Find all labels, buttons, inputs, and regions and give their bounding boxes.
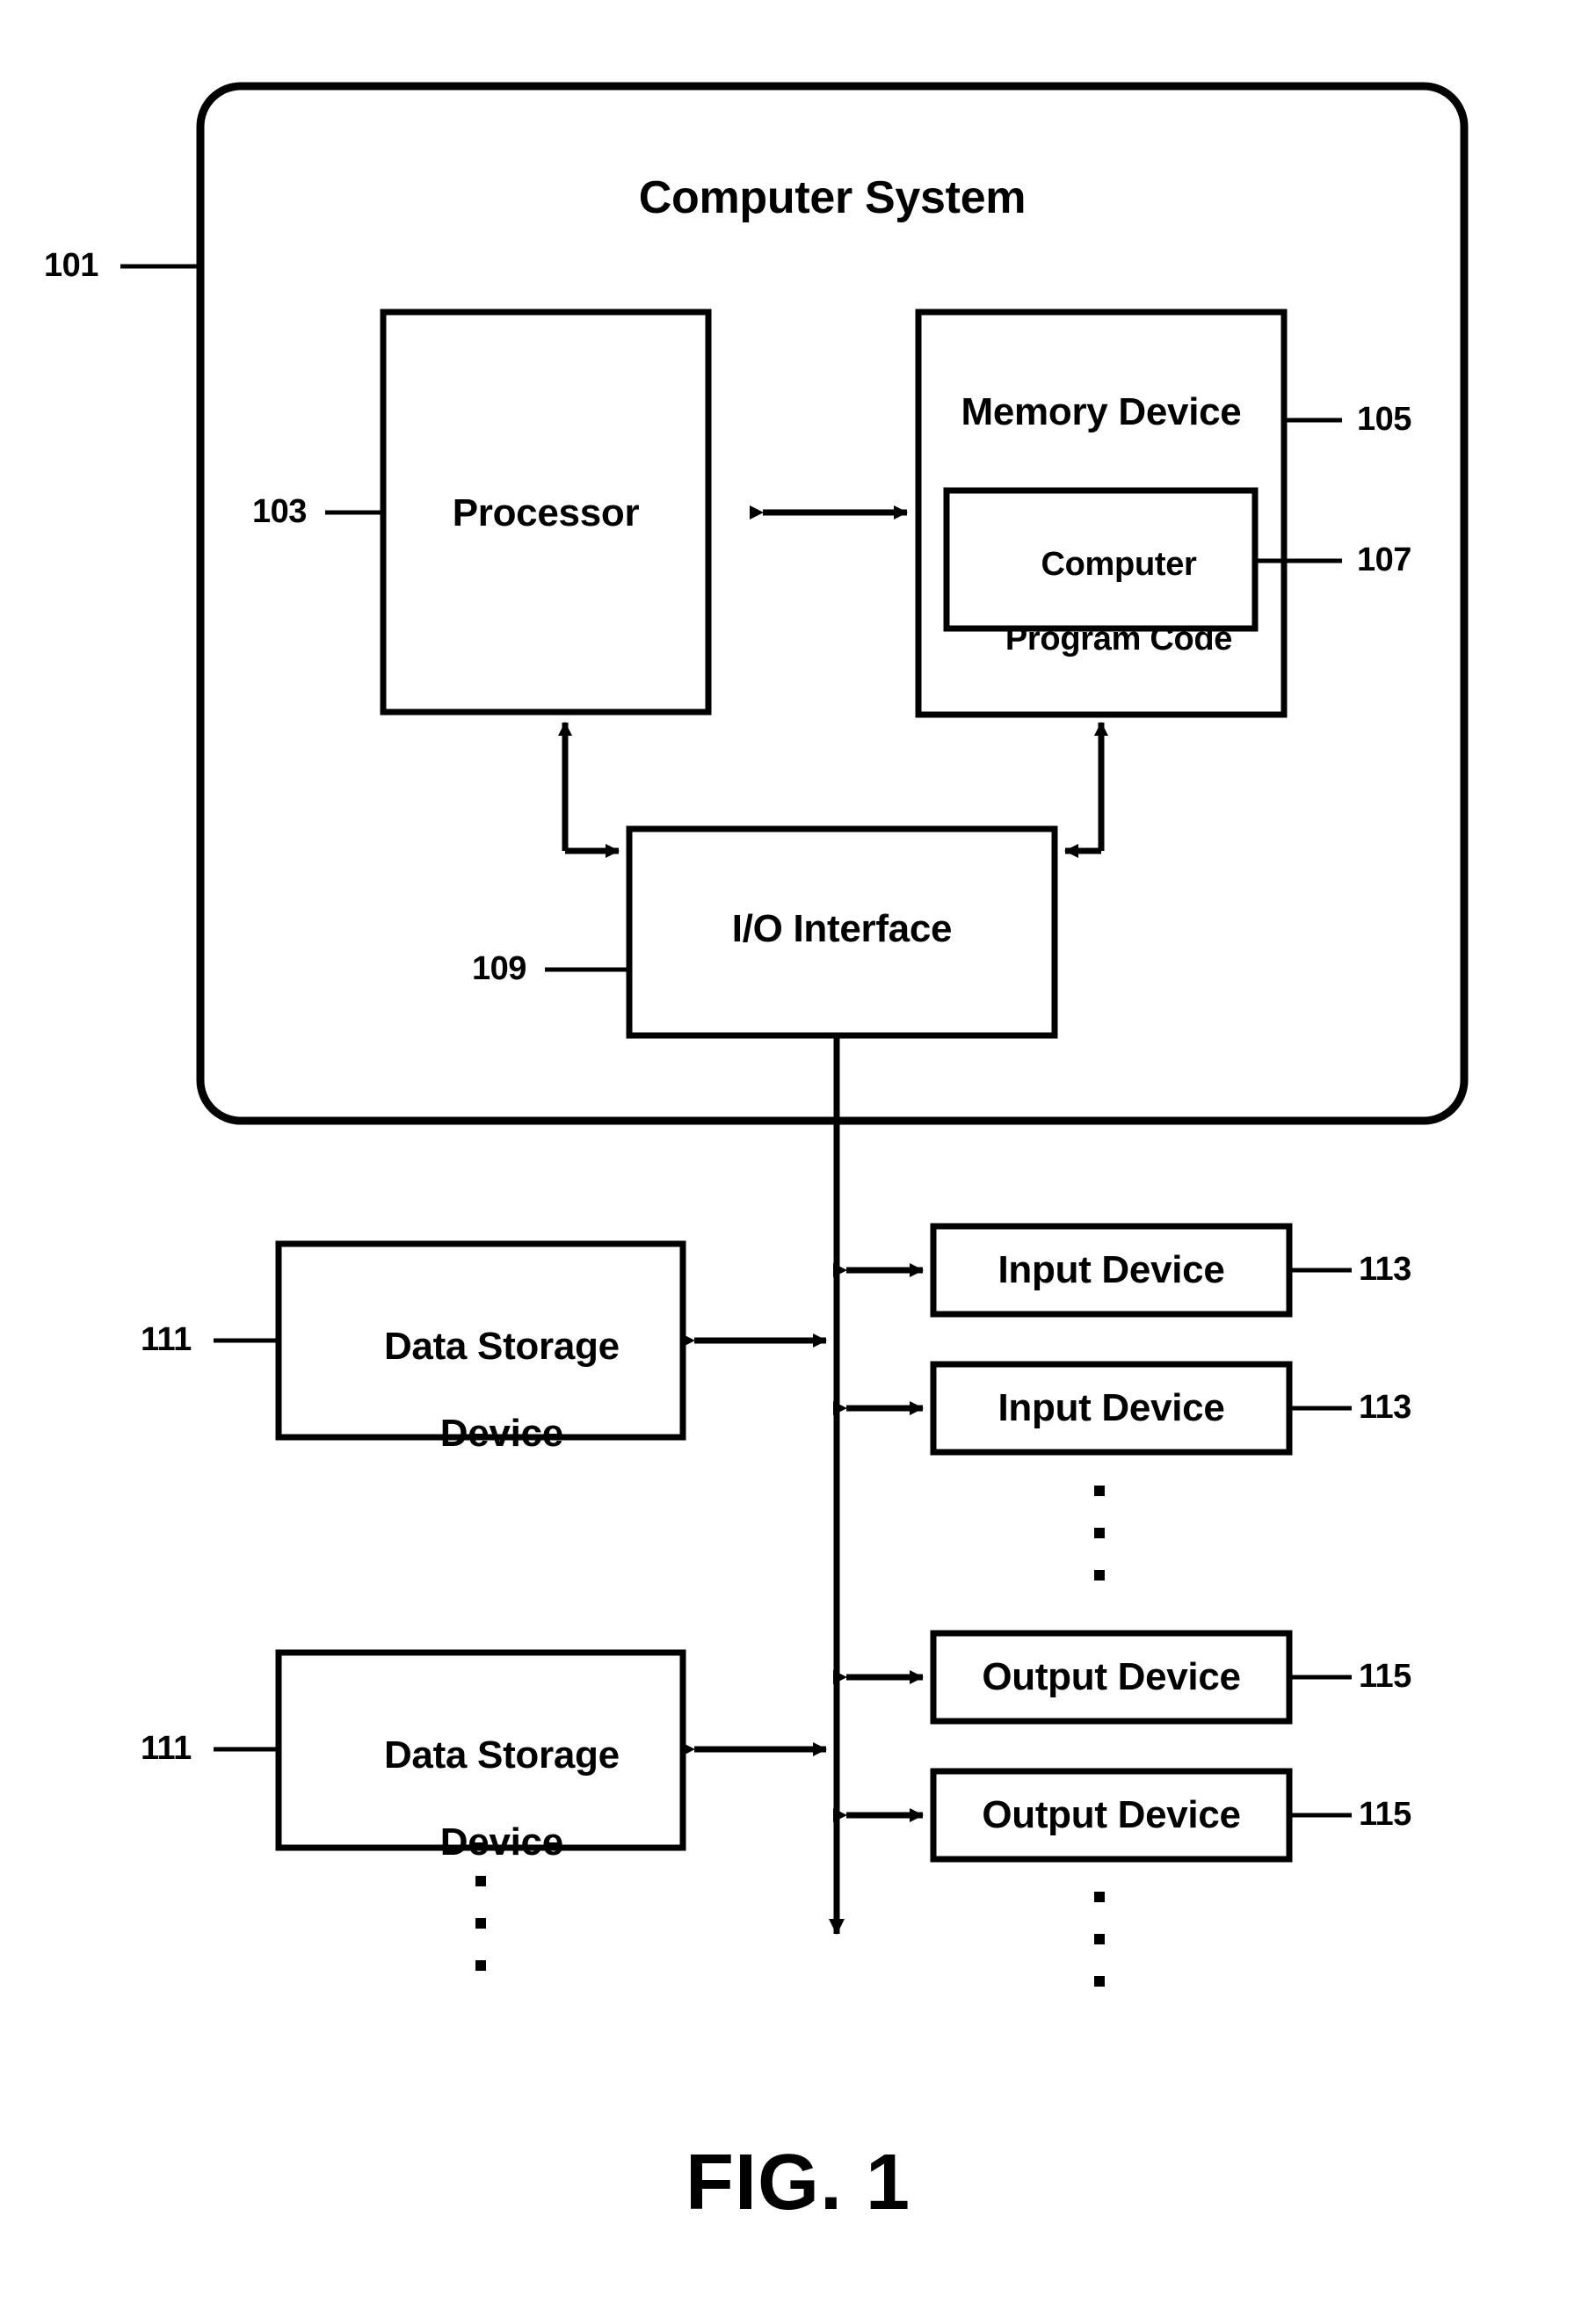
data-storage-device-2-label-line2: Device bbox=[439, 1820, 563, 1864]
reference-number-113-bottom: 113 bbox=[1359, 1389, 1411, 1426]
reference-number-113-top: 113 bbox=[1359, 1251, 1411, 1288]
output-column-ellipsis-dots bbox=[1094, 1892, 1105, 1987]
input-column-ellipsis-dots bbox=[1094, 1486, 1105, 1580]
computer-program-code-label-line2: Program Code bbox=[1005, 620, 1233, 658]
reference-number-111-top: 111 bbox=[141, 1321, 192, 1358]
diagram-vector-layer bbox=[120, 82, 1469, 1987]
reference-number-101: 101 bbox=[44, 247, 98, 284]
data-storage-device-1-label-line1: Data Storage bbox=[383, 1325, 620, 1369]
reference-number-103: 103 bbox=[252, 493, 307, 530]
reference-number-115-bottom: 115 bbox=[1359, 1796, 1411, 1833]
reference-number-107: 107 bbox=[1357, 541, 1411, 578]
computer-program-code-label: Computer Program Code bbox=[947, 508, 1255, 695]
reference-number-105: 105 bbox=[1357, 401, 1411, 438]
io-interface-label: I/O Interface bbox=[731, 907, 953, 950]
io-memory-elbow-connector bbox=[1064, 722, 1108, 858]
input-device-1-label: Input Device bbox=[997, 1248, 1225, 1291]
data-storage-device-1-label-line2: Device bbox=[439, 1411, 563, 1455]
processor-label: Processor bbox=[452, 491, 640, 534]
computer-system-title: Computer System bbox=[638, 172, 1027, 223]
data-storage-device-2-label: Data Storage Device bbox=[279, 1690, 683, 1907]
io-processor-elbow-connector bbox=[558, 722, 620, 858]
figure-caption: FIG. 1 bbox=[685, 2139, 911, 2227]
memory-device-label: Memory Device bbox=[961, 390, 1242, 433]
data-storage-device-2-label-line1: Data Storage bbox=[383, 1733, 620, 1777]
reference-number-115-top: 115 bbox=[1359, 1658, 1411, 1695]
output-device-2-label: Output Device bbox=[982, 1793, 1241, 1836]
computer-program-code-label-line1: Computer bbox=[1041, 545, 1197, 583]
data-storage-device-1-label: Data Storage Device bbox=[279, 1282, 683, 1498]
output-device-1-label: Output Device bbox=[982, 1655, 1241, 1698]
input-device-2-label: Input Device bbox=[997, 1386, 1225, 1429]
reference-number-109: 109 bbox=[472, 950, 526, 987]
patent-figure-1: Computer System 101 Processor 103 Memory… bbox=[0, 0, 1596, 2318]
reference-number-111-bottom: 111 bbox=[141, 1730, 192, 1767]
